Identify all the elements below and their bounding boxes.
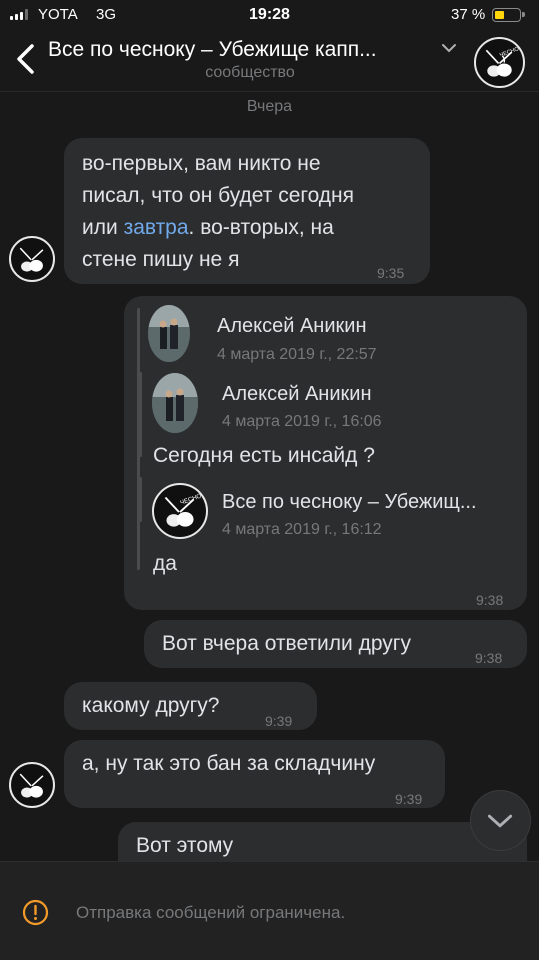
user-avatar[interactable] (152, 373, 198, 433)
forward-date: 4 марта 2019 г., 22:57 (217, 346, 377, 363)
message-time: 9:39 (395, 791, 423, 807)
svg-text:ЧЕСНОКУ: ЧЕСНОКУ (499, 44, 523, 59)
message-time: 9:39 (265, 713, 293, 729)
message-text: Вот этому (136, 834, 234, 857)
community-avatar[interactable]: ЧЕСНОКУ (152, 483, 208, 539)
sender-avatar[interactable] (9, 236, 55, 282)
nested-date: 4 марта 2019 г., 16:12 (222, 521, 382, 538)
chat-header: Все по чесноку – Убежище капп... сообщес… (0, 30, 539, 92)
garlic-logo-icon (9, 236, 55, 282)
garlic-logo-icon: ЧЕСНОКУ (152, 483, 208, 539)
garlic-logo-icon (9, 762, 55, 808)
message-bubble[interactable]: во-первых, вам никто не писал, что он бу… (64, 138, 430, 284)
chat-subtitle: сообщество (205, 64, 295, 81)
forward-message-text: да (153, 552, 177, 575)
composer-bar: Отправка сообщений ограничена. (0, 861, 539, 960)
nested-message-text: Сегодня есть инсайд ? (153, 444, 375, 467)
quote-bar (139, 477, 142, 522)
message-bubble[interactable]: Вот вчера ответили другу 9:38 (144, 620, 527, 668)
chat-title[interactable]: Все по чесноку – Убежище капп... (48, 38, 428, 62)
nested-date: 4 марта 2019 г., 16:06 (222, 413, 382, 430)
message-text: во-первых, вам никто не писал, что он бу… (82, 152, 355, 271)
scroll-to-bottom-button[interactable] (470, 790, 531, 851)
svg-text:ЧЕСНОКУ: ЧЕСНОКУ (179, 490, 206, 507)
status-bar: YOTA 3G 19:28 37 % (0, 0, 539, 30)
sender-avatar[interactable] (9, 762, 55, 808)
message-time: 9:35 (377, 265, 405, 281)
message-text: какому другу? (82, 694, 220, 717)
warning-icon (22, 899, 49, 926)
user-avatar[interactable] (148, 305, 190, 362)
quote-bar (139, 372, 142, 457)
battery-percentage: 37 % (451, 6, 486, 23)
message-link[interactable]: завтра (124, 216, 189, 239)
chevron-down-icon[interactable] (441, 43, 457, 53)
forward-author-name[interactable]: Алексей Аникин (217, 310, 366, 342)
chevron-down-icon (487, 814, 513, 828)
message-bubble[interactable]: какому другу? 9:39 (64, 682, 317, 730)
garlic-logo-icon: ЧЕСНОКУ (474, 37, 525, 88)
message-time: 9:38 (475, 650, 503, 666)
forwarded-message-bubble[interactable]: Алексей Аникин 4 марта 2019 г., 22:57 Ал… (124, 296, 527, 610)
restricted-notice: Отправка сообщений ограничена. (76, 903, 346, 922)
date-separator: Вчера (246, 98, 293, 115)
battery-icon (492, 8, 525, 22)
message-text: а, ну так это бан за складчину (82, 752, 376, 775)
message-time: 9:38 (476, 592, 504, 608)
community-avatar[interactable]: ЧЕСНОКУ (474, 37, 525, 88)
message-text: Вот вчера ответили другу (162, 632, 411, 655)
message-bubble[interactable]: а, ну так это бан за складчину 9:39 (64, 740, 445, 808)
